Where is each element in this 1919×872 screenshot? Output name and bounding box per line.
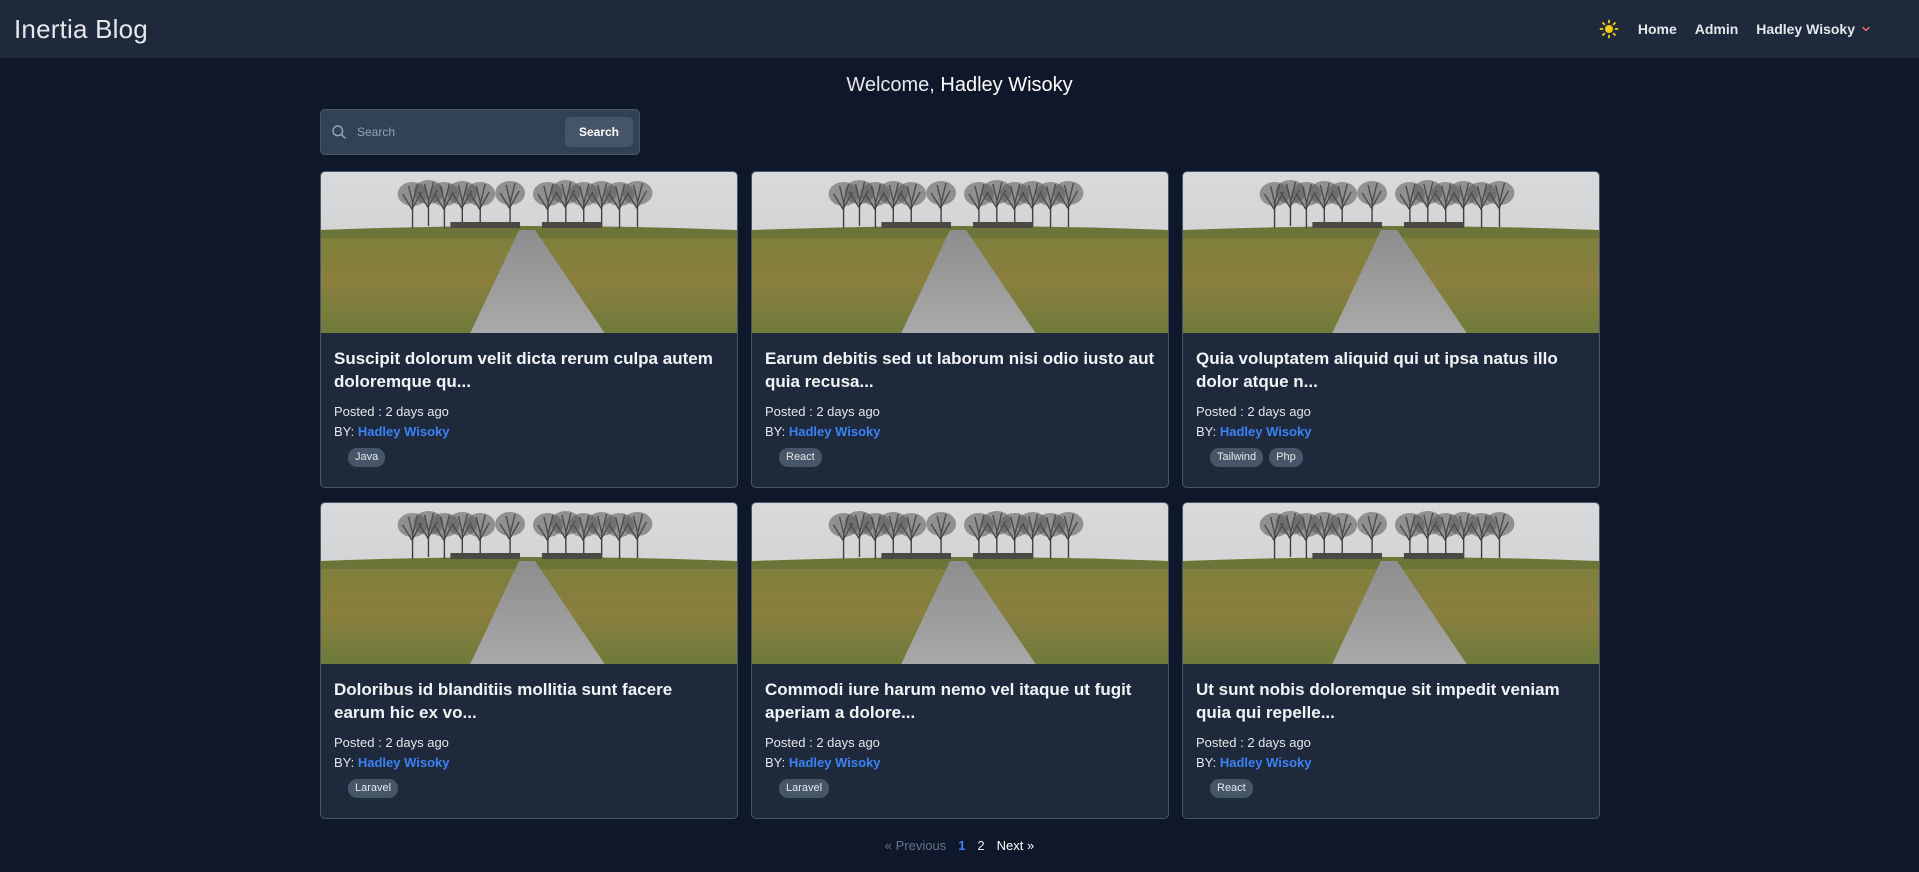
tag-badge[interactable]: React — [1210, 779, 1253, 798]
posted-label: Posted : — [334, 404, 386, 419]
post-card-body: Earum debitis sed ut laborum nisi odio i… — [752, 333, 1168, 467]
posted-value: 2 days ago — [385, 735, 449, 750]
tag-badge[interactable]: Laravel — [779, 779, 830, 798]
post-cover-image — [1183, 172, 1599, 333]
post-cover-image — [321, 503, 737, 664]
post-card[interactable]: Earum debitis sed ut laborum nisi odio i… — [751, 171, 1169, 488]
post-cover-image — [1183, 503, 1599, 664]
post-card-body: Ut sunt nobis doloremque sit impedit ven… — [1183, 664, 1599, 798]
search-icon — [331, 124, 347, 140]
welcome-heading: Welcome, Hadley Wisoky — [0, 74, 1919, 97]
post-tags: Laravel — [765, 779, 1155, 798]
pagination-page-1[interactable]: 1 — [958, 838, 965, 853]
post-tags: Tailwind Php — [1196, 448, 1586, 467]
post-card[interactable]: Quia voluptatem aliquid qui ut ipsa natu… — [1182, 171, 1600, 488]
post-author: BY: Hadley Wisoky — [1196, 753, 1586, 773]
post-tags: React — [765, 448, 1155, 467]
post-date: Posted : 2 days ago — [1196, 402, 1586, 422]
pagination-previous[interactable]: « Previous — [885, 838, 946, 853]
search-input[interactable] — [347, 117, 565, 147]
posted-label: Posted : — [765, 404, 817, 419]
by-label: BY: — [1196, 755, 1220, 770]
post-card-body: Suscipit dolorum velit dicta rerum culpa… — [321, 333, 737, 467]
post-author: BY: Hadley Wisoky — [334, 422, 724, 442]
post-card[interactable]: Commodi iure harum nemo vel itaque ut fu… — [751, 502, 1169, 819]
post-title[interactable]: Ut sunt nobis doloremque sit impedit ven… — [1196, 678, 1586, 724]
user-menu[interactable]: Hadley Wisoky — [1756, 21, 1871, 37]
post-date: Posted : 2 days ago — [1196, 733, 1586, 753]
post-grid: Suscipit dolorum velit dicta rerum culpa… — [320, 171, 1600, 819]
post-card-body: Doloribus id blanditiis mollitia sunt fa… — [321, 664, 737, 798]
top-navbar: Inertia Blog Home Admin Hadley Wisoky — [0, 0, 1919, 58]
by-label: BY: — [765, 424, 789, 439]
nav-link-admin[interactable]: Admin — [1695, 21, 1739, 37]
post-card-body: Commodi iure harum nemo vel itaque ut fu… — [752, 664, 1168, 798]
post-title[interactable]: Suscipit dolorum velit dicta rerum culpa… — [334, 347, 724, 393]
by-label: BY: — [334, 755, 358, 770]
post-title[interactable]: Doloribus id blanditiis mollitia sunt fa… — [334, 678, 724, 724]
author-link[interactable]: Hadley Wisoky — [1220, 424, 1312, 439]
post-date: Posted : 2 days ago — [334, 402, 724, 422]
brand-logo[interactable]: Inertia Blog — [14, 14, 148, 45]
posted-label: Posted : — [765, 735, 817, 750]
chevron-down-icon — [1861, 24, 1871, 34]
post-tags: React — [1196, 779, 1586, 798]
nav-right: Home Admin Hadley Wisoky — [1598, 18, 1871, 40]
posted-value: 2 days ago — [385, 404, 449, 419]
post-author: BY: Hadley Wisoky — [765, 753, 1155, 773]
tag-badge[interactable]: Php — [1269, 448, 1303, 467]
by-label: BY: — [765, 755, 789, 770]
post-card[interactable]: Suscipit dolorum velit dicta rerum culpa… — [320, 171, 738, 488]
tag-badge[interactable]: Java — [348, 448, 386, 467]
posted-value: 2 days ago — [1247, 404, 1311, 419]
post-card-body: Quia voluptatem aliquid qui ut ipsa natu… — [1183, 333, 1599, 467]
posted-value: 2 days ago — [816, 735, 880, 750]
tag-badge[interactable]: Laravel — [348, 779, 399, 798]
sun-icon[interactable] — [1598, 18, 1620, 40]
post-title[interactable]: Earum debitis sed ut laborum nisi odio i… — [765, 347, 1155, 393]
posted-label: Posted : — [334, 735, 386, 750]
by-label: BY: — [1196, 424, 1220, 439]
post-tags: Laravel — [334, 779, 724, 798]
post-title[interactable]: Commodi iure harum nemo vel itaque ut fu… — [765, 678, 1155, 724]
post-card[interactable]: Ut sunt nobis doloremque sit impedit ven… — [1182, 502, 1600, 819]
tag-badge[interactable]: React — [779, 448, 822, 467]
posted-value: 2 days ago — [816, 404, 880, 419]
post-title[interactable]: Quia voluptatem aliquid qui ut ipsa natu… — [1196, 347, 1586, 393]
welcome-user-name: Hadley Wisoky — [940, 74, 1073, 96]
author-link[interactable]: Hadley Wisoky — [1220, 755, 1312, 770]
author-link[interactable]: Hadley Wisoky — [358, 424, 450, 439]
post-cover-image — [321, 172, 737, 333]
welcome-prefix: Welcome, — [846, 74, 941, 96]
pagination-next[interactable]: Next » — [997, 838, 1035, 853]
post-date: Posted : 2 days ago — [765, 402, 1155, 422]
tag-badge[interactable]: Tailwind — [1210, 448, 1264, 467]
by-label: BY: — [334, 424, 358, 439]
post-date: Posted : 2 days ago — [765, 733, 1155, 753]
post-card[interactable]: Doloribus id blanditiis mollitia sunt fa… — [320, 502, 738, 819]
post-date: Posted : 2 days ago — [334, 733, 724, 753]
search-form: Search — [320, 109, 640, 155]
author-link[interactable]: Hadley Wisoky — [358, 755, 450, 770]
posted-label: Posted : — [1196, 404, 1248, 419]
posted-value: 2 days ago — [1247, 735, 1311, 750]
author-link[interactable]: Hadley Wisoky — [789, 755, 881, 770]
nav-link-home[interactable]: Home — [1638, 21, 1677, 37]
post-author: BY: Hadley Wisoky — [765, 422, 1155, 442]
post-author: BY: Hadley Wisoky — [1196, 422, 1586, 442]
post-author: BY: Hadley Wisoky — [334, 753, 724, 773]
pagination: « Previous 1 2 Next » — [0, 838, 1919, 853]
author-link[interactable]: Hadley Wisoky — [789, 424, 881, 439]
post-cover-image — [752, 172, 1168, 333]
post-cover-image — [752, 503, 1168, 664]
pagination-page-2[interactable]: 2 — [977, 838, 984, 853]
user-name: Hadley Wisoky — [1756, 21, 1855, 37]
posted-label: Posted : — [1196, 735, 1248, 750]
post-tags: Java — [334, 448, 724, 467]
search-button[interactable]: Search — [564, 117, 633, 147]
